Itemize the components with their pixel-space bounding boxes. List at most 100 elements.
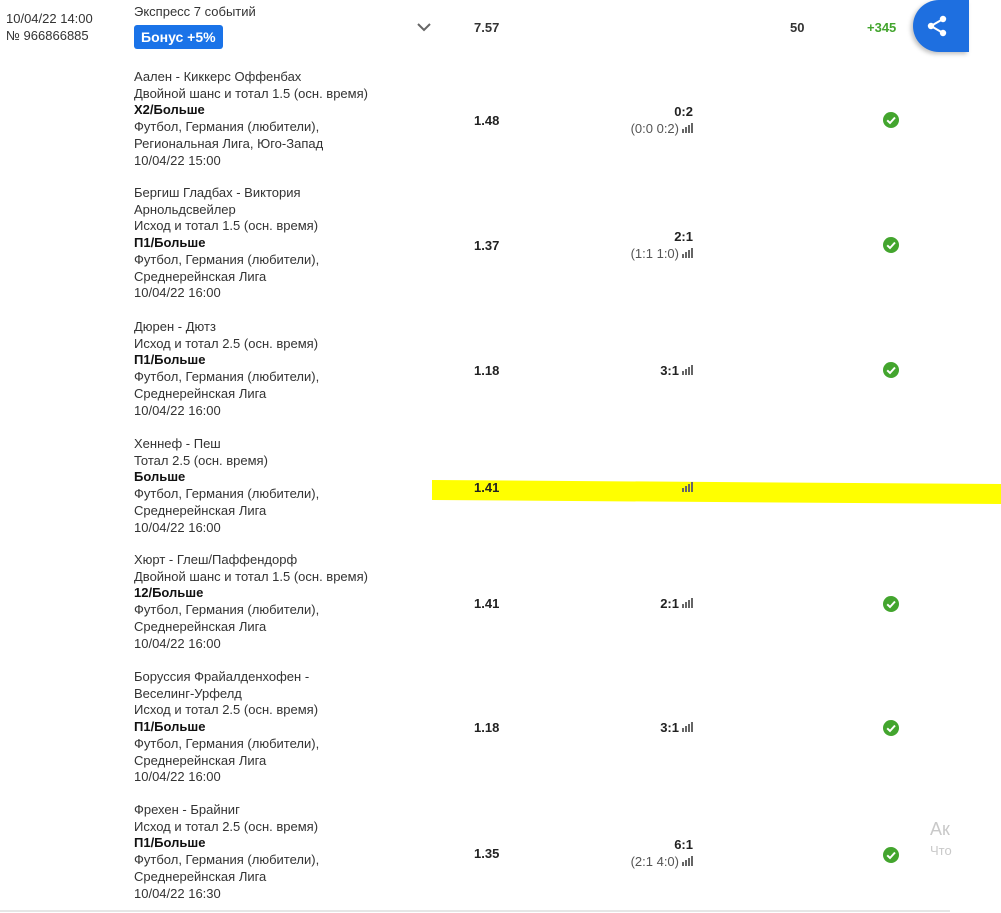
win-amount: +345	[867, 20, 897, 35]
event-coef: 1.41	[474, 480, 500, 495]
event-market: Двойной шанс и тотал 1.5 (осн. время)	[134, 568, 368, 584]
event-coef: 1.35	[474, 846, 500, 861]
stats-icon[interactable]	[682, 248, 693, 258]
event-score: 3:1	[660, 362, 693, 379]
event-date: 10/04/22 16:30	[134, 885, 221, 901]
event-match-2: Арнольдсвейлер	[134, 201, 236, 217]
event-score: 6:1 (2:1 4:0)	[631, 836, 693, 870]
share-button[interactable]	[913, 0, 969, 52]
score-half: (1:1 1:0)	[630, 246, 679, 261]
event-coef: 1.48	[474, 113, 500, 128]
event-info: Боруссия Фрайалденхофен - Веселинг-Урфел…	[134, 669, 319, 786]
bet-title: Экспресс 7 событий	[134, 4, 256, 19]
event-selection: 12/Больше	[134, 585, 204, 601]
stats-icon[interactable]	[682, 598, 693, 608]
event-selection: П1/Больше	[134, 835, 206, 851]
bet-history-card: 10/04/22 14:00 № 966866885 Экспресс 7 со…	[0, 0, 1001, 913]
event-market: Исход и тотал 2.5 (осн. время)	[134, 818, 319, 834]
watermark-line-2: Что	[930, 843, 952, 858]
event-league: Футбол, Германия (любители),	[134, 369, 320, 385]
event-info: Дюрен - Дютз Исход и тотал 2.5 (осн. вре…	[134, 319, 319, 419]
event-date: 10/04/22 15:00	[134, 152, 221, 168]
event-league: Футбол, Германия (любители),	[134, 735, 320, 751]
event-coef: 1.18	[474, 363, 500, 378]
event-market: Исход и тотал 2.5 (осн. время)	[134, 702, 319, 718]
bet-number: № 966866885	[6, 28, 89, 43]
event-date: 10/04/22 16:00	[134, 285, 221, 301]
event-league-2: Среднерейнская Лига	[134, 268, 267, 284]
score-half: (2:1 4:0)	[630, 854, 679, 869]
event-match: Хюрт - Глеш/Паффендорф	[134, 552, 298, 567]
score-main: 6:1	[674, 837, 693, 852]
event-match: Хеннеф - Пеш	[134, 436, 221, 451]
total-coef: 7.57	[474, 20, 500, 35]
event-coef: 1.18	[474, 720, 500, 735]
event-league: Футбол, Германия (любители),	[134, 119, 320, 135]
event-date: 10/04/22 16:00	[134, 519, 221, 535]
event-match: Бергиш Гладбах - Виктория	[134, 185, 301, 200]
stats-icon[interactable]	[682, 722, 693, 732]
event-league-2: Среднерейнская Лига	[134, 868, 267, 884]
event-market: Исход и тотал 1.5 (осн. время)	[134, 218, 319, 234]
event-coef: 1.37	[474, 238, 500, 253]
event-league: Футбол, Германия (любители),	[134, 852, 320, 868]
score-main: 3:1	[660, 720, 679, 735]
activation-watermark: Ак Что	[930, 818, 952, 862]
check-icon	[883, 362, 899, 378]
stats-icon[interactable]	[682, 123, 693, 133]
event-market: Двойной шанс и тотал 1.5 (осн. время)	[134, 85, 368, 101]
event-selection: П1/Больше	[134, 719, 206, 735]
check-icon	[883, 847, 899, 863]
event-match-2: Веселинг-Урфелд	[134, 685, 242, 701]
event-date: 10/04/22 16:00	[134, 635, 221, 651]
event-match: Дюрен - Дютз	[134, 319, 216, 334]
event-date: 10/04/22 16:00	[134, 402, 221, 418]
event-info: Хеннеф - Пеш Тотал 2.5 (осн. время) Боль…	[134, 436, 319, 536]
event-selection: Х2/Больше	[134, 102, 205, 118]
event-selection: П1/Больше	[134, 235, 206, 251]
bonus-badge: Бонус +5%	[134, 25, 223, 49]
stats-icon[interactable]	[682, 365, 693, 375]
highlight-mark	[432, 480, 1001, 504]
event-league: Футбол, Германия (любители),	[134, 486, 320, 502]
event-league-2: Региональная Лига, Юго-Запад	[134, 135, 324, 151]
divider	[0, 910, 950, 912]
event-selection: П1/Больше	[134, 352, 206, 368]
event-league: Футбол, Германия (любители),	[134, 602, 320, 618]
event-score	[679, 479, 693, 496]
event-league-2: Среднерейнская Лига	[134, 385, 267, 401]
event-market: Тотал 2.5 (осн. время)	[134, 452, 268, 468]
stats-icon[interactable]	[682, 856, 693, 866]
event-score: 2:1 (1:1 1:0)	[631, 228, 693, 262]
event-score: 0:2 (0:0 0:2)	[631, 103, 693, 137]
bet-date: 10/04/22 14:00	[6, 11, 93, 26]
score-main: 2:1	[674, 229, 693, 244]
share-icon	[927, 15, 947, 37]
score-main: 3:1	[660, 363, 679, 378]
bet-meta: 10/04/22 14:00 № 966866885	[6, 10, 93, 44]
check-icon	[883, 237, 899, 253]
event-league-2: Среднерейнская Лига	[134, 502, 267, 518]
chevron-down-icon[interactable]	[415, 20, 433, 34]
check-icon	[883, 596, 899, 612]
event-market: Исход и тотал 2.5 (осн. время)	[134, 335, 319, 351]
event-selection: Больше	[134, 469, 186, 485]
event-league-2: Среднерейнская Лига	[134, 618, 267, 634]
event-match: Боруссия Фрайалденхофен -	[134, 669, 310, 684]
event-score: 3:1	[660, 719, 693, 736]
event-score: 2:1	[660, 595, 693, 612]
stats-icon[interactable]	[682, 482, 693, 492]
score-half: (0:0 0:2)	[630, 121, 679, 136]
check-icon	[883, 112, 899, 128]
event-info: Аален - Киккерс Оффенбах Двойной шанс и …	[134, 69, 368, 169]
event-date: 10/04/22 16:00	[134, 769, 221, 785]
event-info: Хюрт - Глеш/Паффендорф Двойной шанс и то…	[134, 552, 368, 652]
event-league: Футбол, Германия (любители),	[134, 251, 320, 267]
event-league-2: Среднерейнская Лига	[134, 752, 267, 768]
event-info: Фрехен - Брайниг Исход и тотал 2.5 (осн.…	[134, 802, 319, 902]
event-match: Фрехен - Брайниг	[134, 802, 240, 817]
check-icon	[883, 720, 899, 736]
watermark-line-1: Ак	[930, 819, 950, 839]
stake-amount: 50	[790, 20, 805, 35]
event-info: Бергиш Гладбах - Виктория Арнольдсвейлер…	[134, 185, 319, 302]
